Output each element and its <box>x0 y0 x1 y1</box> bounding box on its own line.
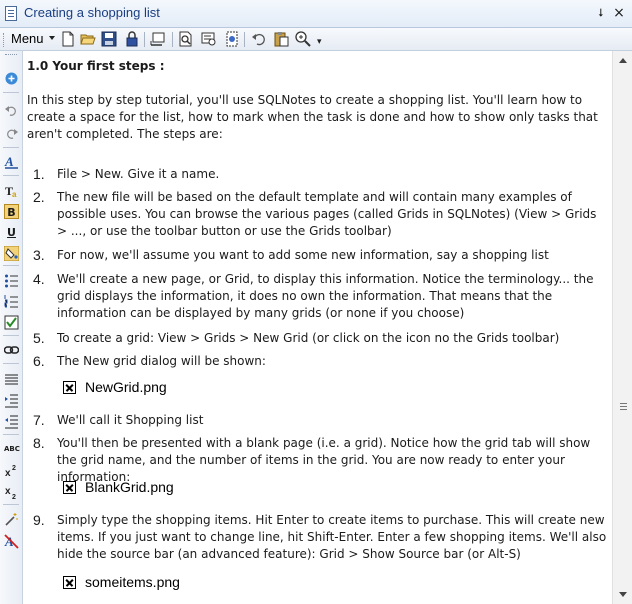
toolbar-separator <box>3 265 19 266</box>
section-heading: 1.0 Your first steps : <box>27 59 165 73</box>
list-text: We'll call it Shopping list <box>57 413 204 427</box>
list-text: The new file will be based on the defaul… <box>57 190 597 238</box>
chevron-down-icon <box>49 36 55 40</box>
spellcheck-icon[interactable]: ABC <box>4 442 20 457</box>
clear-format-icon[interactable]: A <box>4 534 19 549</box>
zoom-icon[interactable] <box>295 31 311 47</box>
list-text: File > New. Give it a name. <box>57 167 220 181</box>
svg-text:2: 2 <box>12 465 16 472</box>
format-toolbar: A Ta B U ABC x2 x2 A <box>0 51 23 604</box>
document-icon <box>5 6 17 21</box>
view-icon[interactable] <box>150 31 166 47</box>
toolbar-separator <box>3 175 19 176</box>
toolbar-separator <box>172 32 173 47</box>
close-icon[interactable]: × <box>612 6 626 20</box>
superscript-icon[interactable]: x2 <box>4 463 19 479</box>
list-text: The New grid dialog will be shown: <box>57 354 266 368</box>
indent-icon[interactable] <box>4 393 19 408</box>
toolbar-separator <box>244 32 245 47</box>
image-filename: BlankGrid.png <box>85 479 174 495</box>
undo-icon[interactable] <box>4 103 19 118</box>
list-text: Simply type the shopping items. Hit Ente… <box>57 513 607 561</box>
list-text: For now, we'll assume you want to add so… <box>57 248 549 262</box>
magic-icon[interactable] <box>4 512 19 527</box>
subscript-icon[interactable]: x2 <box>4 484 19 501</box>
vertical-scrollbar[interactable] <box>612 51 632 604</box>
scroll-down-arrow-icon[interactable] <box>615 586 631 602</box>
preview-icon[interactable] <box>178 31 194 47</box>
list-number: 6. <box>33 353 45 369</box>
list-number: 7. <box>33 412 45 428</box>
numbered-list-icon[interactable] <box>4 294 19 309</box>
toolbar-separator <box>3 434 19 435</box>
toolbar-separator <box>3 335 19 336</box>
scroll-up-arrow-icon[interactable] <box>615 53 631 69</box>
align-icon[interactable] <box>4 372 19 387</box>
scroll-thumb-grip[interactable] <box>620 403 627 410</box>
link-icon[interactable] <box>3 343 20 358</box>
outdent-icon[interactable] <box>4 414 19 429</box>
svg-text:x: x <box>5 486 11 497</box>
svg-text:a: a <box>12 190 17 198</box>
scroll-track[interactable] <box>615 71 631 584</box>
main-toolbar: Menu ▾ <box>0 28 632 51</box>
style-icon[interactable]: A <box>4 154 19 169</box>
image-filename: someitems.png <box>85 574 180 590</box>
toolbar-separator <box>3 363 19 364</box>
paste-icon[interactable] <box>273 31 289 47</box>
redo-icon[interactable] <box>4 126 19 141</box>
intro-paragraph: In this step by step tutorial, you'll us… <box>27 93 598 141</box>
fill-icon[interactable] <box>3 245 20 262</box>
bold-icon[interactable]: B <box>4 204 19 219</box>
list-number: 3. <box>33 247 45 263</box>
title-bar: Creating a shopping list ⭣ × <box>0 0 632 28</box>
toolbar-separator <box>3 504 19 505</box>
svg-text:x: x <box>5 468 11 478</box>
document-content[interactable]: 1.0 Your first steps : In this step by s… <box>24 51 612 604</box>
pin-icon[interactable]: ⭣ <box>594 6 608 20</box>
toolbar-separator <box>3 147 19 148</box>
new-file-icon[interactable] <box>60 31 76 47</box>
toolbar-separator <box>144 32 145 47</box>
find-icon[interactable] <box>201 31 217 47</box>
open-folder-icon[interactable] <box>80 31 96 47</box>
list-number: 1. <box>33 166 45 182</box>
undo-icon[interactable] <box>251 31 267 47</box>
svg-text:A: A <box>4 154 14 169</box>
list-text: To create a grid: View > Grids > New Gri… <box>57 331 560 345</box>
list-number: 4. <box>33 271 45 287</box>
list-number: 5. <box>33 330 45 346</box>
broken-image-icon <box>63 381 76 394</box>
broken-image-icon <box>63 576 76 589</box>
underline-icon[interactable]: U <box>4 225 19 240</box>
svg-text:2: 2 <box>12 494 16 499</box>
list-number: 9. <box>33 512 45 528</box>
save-icon[interactable] <box>101 31 117 47</box>
toolbar-separator <box>3 92 19 93</box>
list-number: 2. <box>33 189 45 205</box>
checkbox-icon[interactable] <box>4 315 19 330</box>
window-title: Creating a shopping list <box>24 5 160 20</box>
toolbar-grip[interactable] <box>3 33 6 47</box>
text-icon[interactable]: Ta <box>4 183 19 199</box>
image-filename: NewGrid.png <box>85 379 167 395</box>
toolbar-overflow-chevron-icon[interactable]: ▾ <box>317 37 322 47</box>
list-number: 8. <box>33 435 45 451</box>
toolbar-grip[interactable] <box>5 54 17 57</box>
lock-icon[interactable] <box>124 31 140 47</box>
add-icon[interactable] <box>4 71 19 86</box>
list-text: We'll create a new page, or Grid, to dis… <box>57 272 594 320</box>
grid-icon[interactable] <box>224 31 240 47</box>
menu-button[interactable]: Menu <box>11 31 44 46</box>
bullet-list-icon[interactable] <box>4 273 19 288</box>
broken-image-icon <box>63 481 76 494</box>
